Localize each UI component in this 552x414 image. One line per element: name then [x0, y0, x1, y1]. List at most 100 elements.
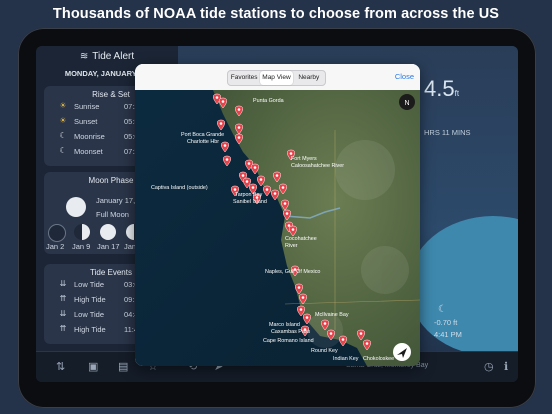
app-screen: 4.5ft HRS 11 MINS ☾ -0.70 ft 4:41 PM ≋ Ti… — [36, 46, 518, 382]
station-pin-dot — [225, 158, 229, 161]
info-icon[interactable]: ℹ — [504, 360, 508, 373]
station-pin-dot — [291, 228, 295, 231]
map-label: Indian Key — [333, 356, 359, 362]
low-tide-icon: ⇊ — [59, 309, 67, 318]
map-label: Tarpon Bay — [235, 192, 263, 198]
document-icon[interactable]: ▤ — [118, 360, 128, 373]
station-pin-dot — [273, 192, 277, 195]
station-pin-dot — [215, 96, 219, 99]
current-tide-value: 4.5ft — [424, 76, 460, 101]
tide-wave — [408, 216, 518, 356]
station-pin-dot — [237, 108, 241, 111]
high-tide-icon: ⇈ — [59, 324, 67, 333]
station-pin-dot — [301, 296, 305, 299]
phase-date: Jan 2 — [46, 242, 65, 251]
station-pin-dot — [329, 332, 333, 335]
map-label: Round Key — [311, 348, 338, 354]
station-pin-dot — [245, 180, 249, 183]
map-label: Fort Myers — [291, 156, 317, 162]
sort-icon[interactable]: ⇅ — [56, 360, 65, 373]
satellite-map[interactable]: Punta Gorda Port Boca Grande Charlotte H… — [135, 90, 420, 366]
station-pin-dot — [247, 162, 251, 165]
station-pin-dot — [299, 308, 303, 311]
row-label: Sunrise — [74, 102, 100, 111]
station-pin-dot — [275, 174, 279, 177]
view-segmented-control: Favorites Map View Nearby — [227, 70, 326, 86]
station-pin-dot — [233, 188, 237, 191]
map-label: Punta Gorda — [253, 98, 284, 104]
station-pin-dot — [341, 338, 345, 341]
moonset-icon: ☾ — [59, 146, 67, 155]
tide-unit: ft — [454, 89, 460, 98]
station-pin-dot — [251, 186, 255, 189]
phase-date: Jan 9 — [72, 242, 91, 251]
moon-tide-icon: ☾ — [438, 304, 447, 315]
map-label: Marco Island — [269, 322, 300, 328]
promo-banner: Thousands of NOAA tide stations to choos… — [52, 6, 500, 22]
row-label: Sunset — [74, 117, 98, 126]
compass-label: N — [404, 100, 409, 107]
map-label: Naples, Gulf Of Mexico — [265, 269, 320, 275]
modal-header: Favorites Map View Nearby Close — [135, 64, 420, 91]
station-pin-dot — [305, 316, 309, 319]
station-pin-dot — [289, 152, 293, 155]
sunrise-icon: ☀ — [59, 101, 67, 110]
station-pin-dot — [223, 144, 227, 147]
tab-map-view[interactable]: Map View — [260, 71, 293, 85]
row-label: Moonrise — [74, 132, 105, 141]
row-label: High Tide — [74, 325, 106, 334]
map-label: Chokoloskee — [363, 356, 394, 362]
row-label: High Tide — [74, 295, 106, 304]
map-label: Cocohatchee — [285, 236, 317, 242]
map-label: River — [285, 243, 298, 249]
station-picker-modal: Favorites Map View Nearby Close Punta Go… — [135, 64, 420, 366]
high-tide-icon: ⇈ — [59, 294, 67, 303]
low-tide-icon: ⇊ — [59, 279, 67, 288]
station-pin-dot — [365, 342, 369, 345]
locate-me-button[interactable] — [393, 343, 411, 361]
full-moon-icon — [66, 197, 86, 217]
station-pin-dot — [297, 286, 301, 289]
station-pin-dot — [253, 166, 257, 169]
moonrise-icon: ☾ — [59, 131, 67, 140]
station-pin-dot — [237, 126, 241, 129]
new-moon-icon — [48, 224, 66, 242]
sunset-icon: ☀ — [59, 116, 67, 125]
map-label: Caxambas Pass — [271, 329, 311, 335]
map-label: Caloosahatchee River — [291, 163, 344, 169]
station-pin-dot — [265, 188, 269, 191]
map-label: Charlotte Hbr — [187, 139, 219, 145]
tab-nearby[interactable]: Nearby — [293, 71, 325, 85]
full-moon-small-icon — [100, 224, 116, 240]
phase-date: Jan 17 — [97, 242, 120, 251]
time-remaining: HRS 11 MINS — [424, 128, 471, 137]
low-tide-value: -0.70 ft — [434, 318, 458, 327]
station-pin-dot — [237, 136, 241, 139]
row-label: Low Tide — [74, 310, 105, 319]
compass-button[interactable]: N — [399, 94, 415, 110]
station-pin-dot — [259, 178, 263, 181]
station-pin-dot — [219, 122, 223, 125]
low-tide-time: 4:41 PM — [434, 330, 462, 339]
station-pin-dot — [281, 186, 285, 189]
calendar-icon[interactable]: ▣ — [88, 360, 98, 373]
tab-favorites[interactable]: Favorites — [228, 71, 260, 85]
moon-name: Full Moon — [96, 210, 129, 219]
map-label: Captiva Island (outside) — [151, 185, 208, 191]
history-icon[interactable]: ◷ — [484, 360, 494, 373]
station-pin-dot — [241, 174, 245, 177]
map-label: Port Boca Grande — [181, 132, 224, 138]
first-quarter-icon — [74, 224, 90, 240]
row-label: Low Tide — [74, 280, 105, 289]
row-label: Moonset — [74, 147, 103, 156]
station-pin-dot — [287, 224, 291, 227]
close-button[interactable]: Close — [395, 72, 414, 81]
wave-logo-icon: ≋ — [79, 51, 89, 62]
map-label: Cape Romano Island — [263, 338, 314, 344]
station-pin-dot — [323, 322, 327, 325]
app-name: Tide Alert — [92, 51, 135, 62]
map-label: Sanibel Island — [233, 199, 267, 205]
station-pin-dot — [283, 202, 287, 205]
station-pin-dot — [285, 212, 289, 215]
map-label: McIlvaine Bay — [315, 312, 349, 318]
